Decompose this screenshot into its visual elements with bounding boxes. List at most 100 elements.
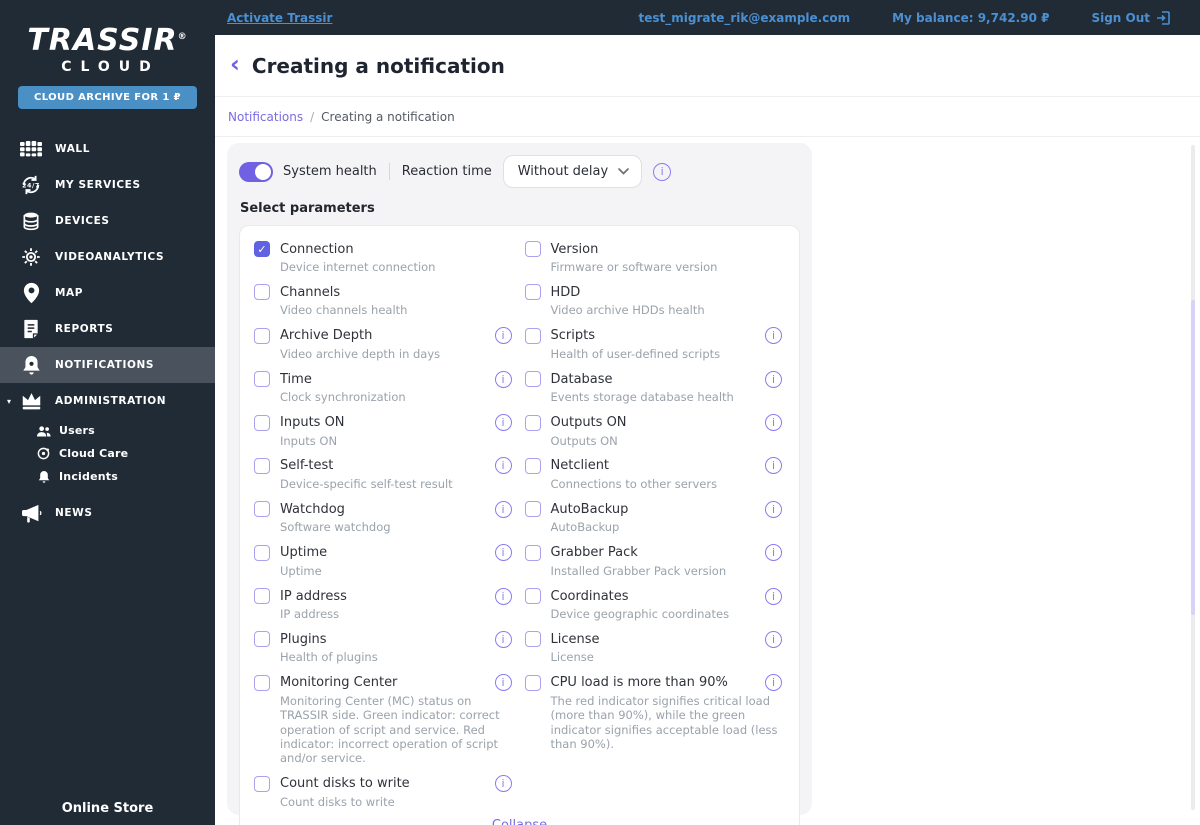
parameter-info-icon[interactable]: i xyxy=(765,457,782,475)
sidebar-item-my-services[interactable]: 24/7 MY SERVICES xyxy=(0,167,215,203)
parameter-info-icon[interactable]: i xyxy=(765,414,782,431)
parameter-checkbox[interactable] xyxy=(524,674,541,691)
parameter-label: Watchdog xyxy=(280,501,345,517)
sidebar-item-users[interactable]: Users xyxy=(0,419,215,442)
reaction-time-info-icon[interactable]: i xyxy=(653,162,672,181)
sign-out-button[interactable]: Sign Out xyxy=(1091,11,1170,25)
parameter-checkbox[interactable] xyxy=(524,544,541,561)
parameter-info-icon[interactable]: i xyxy=(765,630,782,648)
parameter-label: Outputs ON xyxy=(550,415,627,430)
parameter-checkbox[interactable] xyxy=(254,631,270,648)
parameter-label: Archive Depth xyxy=(280,328,373,344)
parameter-checkbox[interactable] xyxy=(254,284,270,301)
parameter-row: IP address i IP address xyxy=(254,587,515,621)
sidebar-item-administration[interactable]: ADMINISTRATION xyxy=(0,383,215,419)
parameter-info-icon[interactable]: i xyxy=(494,674,512,692)
parameter-info-icon[interactable]: i xyxy=(494,775,512,793)
sidebar-item-label: WALL xyxy=(55,143,91,155)
parameter-checkbox[interactable] xyxy=(524,588,541,604)
parameter-checkbox[interactable] xyxy=(254,241,270,257)
parameter-info-icon[interactable]: i xyxy=(765,544,782,562)
parameter-info-icon[interactable]: i xyxy=(494,414,512,431)
parameter-info-icon[interactable]: i xyxy=(765,327,782,345)
parameter-info-icon[interactable]: i xyxy=(494,457,512,475)
parameter-checkbox[interactable] xyxy=(254,327,270,344)
sidebar-item-label: DEVICES xyxy=(55,215,110,227)
parameter-label: Channels xyxy=(280,284,341,300)
parameter-checkbox[interactable] xyxy=(524,284,541,301)
parameter-row: Plugins i Health of plugins xyxy=(254,630,515,664)
sidebar-item-news[interactable]: NEWS xyxy=(0,495,215,531)
parameter-info-icon[interactable]: i xyxy=(494,544,512,562)
parameter-description: Health of user-defined scripts xyxy=(550,346,721,361)
activate-trassir-link[interactable]: Activate Trassir xyxy=(227,11,332,25)
sidebar-item-devices[interactable]: DEVICES xyxy=(0,203,215,239)
parameter-checkbox[interactable] xyxy=(524,457,541,474)
collapse-link[interactable]: Collapse xyxy=(254,818,785,825)
parameter-row: CPU load is more than 90% i The red indi… xyxy=(524,674,786,752)
reaction-time-select[interactable]: Without delay xyxy=(502,155,643,188)
parameter-description: The red indicator signifies critical loa… xyxy=(550,693,778,751)
parameter-description: Installed Grabber Pack version xyxy=(550,563,727,578)
parameter-row: Netclient i Connections to other servers xyxy=(524,457,786,491)
parameter-row: Scripts i Health of user-defined scripts xyxy=(524,327,786,361)
page-title: Creating a notification xyxy=(251,53,505,78)
parameter-checkbox[interactable] xyxy=(254,588,270,604)
parameter-checkbox[interactable] xyxy=(524,501,541,518)
sidebar-item-notifications[interactable]: NOTIFICATIONS xyxy=(0,347,215,383)
parameter-label: CPU load is more than 90% xyxy=(550,675,728,691)
account-email[interactable]: test_migrate_rik@example.com xyxy=(638,11,850,25)
parameter-info-icon[interactable]: i xyxy=(494,630,512,648)
sidebar-item-wall[interactable]: WALL xyxy=(0,131,215,167)
parameter-info-icon[interactable]: i xyxy=(765,500,782,518)
parameter-row: Time i Clock synchronization xyxy=(254,370,515,404)
parameter-label: License xyxy=(550,631,600,647)
sidebar-item-label: MY SERVICES xyxy=(55,179,141,191)
parameter-info-icon[interactable]: i xyxy=(494,370,512,388)
parameter-checkbox[interactable] xyxy=(254,501,270,518)
online-store-link[interactable]: Online Store xyxy=(0,801,215,816)
parameter-info-icon[interactable]: i xyxy=(765,587,782,605)
sidebar-item-label: Cloud Care xyxy=(59,447,129,460)
parameter-info-icon[interactable]: i xyxy=(765,370,782,388)
parameter-checkbox[interactable] xyxy=(254,544,270,561)
toggle-row: System health Reaction time Without dela… xyxy=(239,155,800,188)
parameter-info-icon[interactable]: i xyxy=(494,327,512,345)
parameter-checkbox[interactable] xyxy=(254,457,270,474)
parameter-row: Grabber Pack i Installed Grabber Pack ve… xyxy=(524,544,786,578)
system-health-toggle[interactable] xyxy=(239,161,273,182)
balance-text[interactable]: My balance: 9,742.90 ₽ xyxy=(892,11,1049,25)
parameter-checkbox[interactable] xyxy=(524,371,541,388)
sidebar-item-label: Incidents xyxy=(59,470,118,483)
parameter-row: Inputs ON i Inputs ON xyxy=(254,414,515,448)
parameter-row: Version i Firmware or software version xyxy=(524,240,786,274)
parameter-info-icon[interactable]: i xyxy=(765,674,782,692)
parameter-info-icon[interactable]: i xyxy=(494,587,512,605)
parameter-checkbox[interactable] xyxy=(254,674,270,691)
parameter-checkbox[interactable] xyxy=(524,241,541,257)
sidebar-item-incidents[interactable]: Incidents xyxy=(0,465,215,488)
parameter-description: Outputs ON xyxy=(550,433,618,448)
cloud-archive-button[interactable]: CLOUD ARCHIVE FOR 1 ₽ xyxy=(18,86,197,109)
parameter-checkbox[interactable] xyxy=(524,414,541,431)
sidebar-item-reports[interactable]: REPORTS xyxy=(0,311,215,347)
system-health-label: System health xyxy=(283,164,377,179)
sidebar: TRASSIR® CLOUD CLOUD ARCHIVE FOR 1 ₽ WAL… xyxy=(0,0,215,825)
logo-title: TRASSIR xyxy=(27,23,178,58)
scrollbar-thumb[interactable] xyxy=(1191,300,1195,615)
parameter-info-icon[interactable]: i xyxy=(494,500,512,518)
parameter-checkbox[interactable] xyxy=(254,414,270,431)
parameter-checkbox[interactable] xyxy=(524,631,541,648)
parameter-checkbox[interactable] xyxy=(254,775,270,792)
parameter-checkbox[interactable] xyxy=(524,327,541,344)
sidebar-item-videoanalytics[interactable]: VIDEOANALYTICS xyxy=(0,239,215,275)
my-services-icon: 24/7 xyxy=(18,174,44,196)
parameter-row: Outputs ON i Outputs ON xyxy=(524,414,786,448)
sign-out-icon xyxy=(1156,10,1170,25)
sidebar-item-cloud-care[interactable]: Cloud Care xyxy=(0,442,215,465)
sidebar-item-map[interactable]: MAP xyxy=(0,275,215,311)
parameter-checkbox[interactable] xyxy=(254,371,270,388)
breadcrumb-notifications-link[interactable]: Notifications xyxy=(228,110,303,124)
back-icon[interactable]: ‹ xyxy=(230,52,240,76)
parameter-row: Coordinates i Device geographic coordina… xyxy=(524,587,786,621)
